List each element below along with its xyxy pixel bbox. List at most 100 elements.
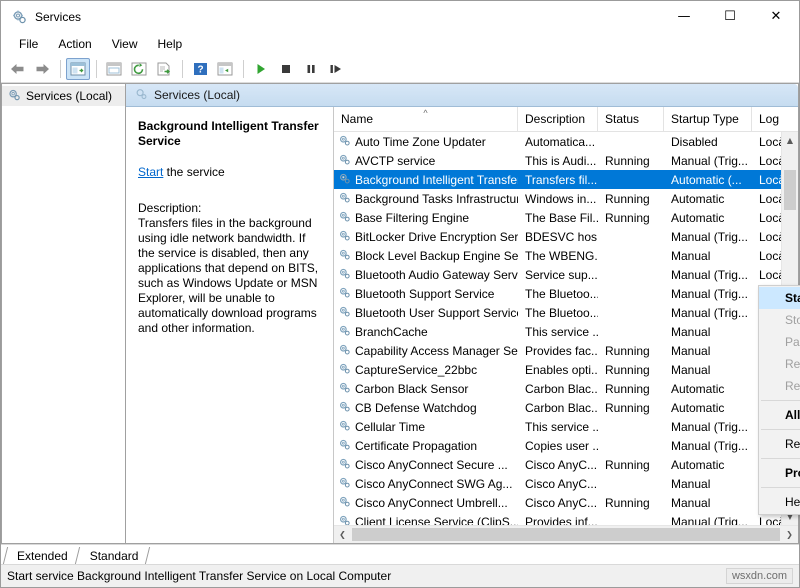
menu-action[interactable]: Action	[48, 34, 101, 54]
scroll-up-icon[interactable]: ▲	[782, 132, 798, 149]
service-status-cell: Running	[605, 210, 650, 225]
ctx-pause-label: Pause	[785, 335, 800, 349]
service-startup-cell: Manual (Trig...	[671, 438, 748, 453]
menu-help[interactable]: Help	[148, 34, 193, 54]
start-service-link[interactable]: Start	[138, 165, 163, 179]
results-pane: Services (Local) Background Intelligent …	[125, 83, 800, 544]
start-service-icon[interactable]	[249, 58, 273, 80]
show-hide-tree-icon[interactable]	[66, 58, 90, 80]
menu-view[interactable]: View	[102, 34, 148, 54]
service-name-cell: Capability Access Manager Ser...	[334, 343, 518, 359]
ctx-refresh[interactable]: Refresh	[759, 433, 800, 455]
service-row[interactable]: Carbon Black Sensor Carbon Blac... Running…	[334, 379, 798, 398]
service-status-cell: Running	[605, 191, 650, 206]
tab-edge-right	[138, 547, 151, 564]
content-area: Services (Local) Services (Local) Backgr…	[1, 83, 800, 544]
service-gear-icon	[338, 229, 351, 245]
service-startup-cell: Manual	[671, 476, 711, 491]
service-row[interactable]: Background Tasks Infrastructure ... Windo…	[334, 189, 798, 208]
service-name-text: CB Defense Watchdog	[355, 400, 477, 415]
service-description-cell: The WBENG...	[525, 248, 598, 263]
service-name-cell: BranchCache	[334, 324, 518, 340]
ctx-properties[interactable]: Properties	[759, 462, 800, 484]
service-row[interactable]: BitLocker Drive Encryption Ser... BDESVC …	[334, 227, 798, 246]
column-name[interactable]: Name ^	[334, 107, 518, 131]
stop-service-icon[interactable]	[274, 58, 298, 80]
service-description-cell: Cisco AnyC...	[525, 457, 598, 472]
scroll-left-icon[interactable]: ❮	[334, 526, 351, 543]
service-row[interactable]: Capability Access Manager Ser... Provides…	[334, 341, 798, 360]
vertical-scroll-thumb[interactable]	[784, 170, 796, 210]
column-status[interactable]: Status	[598, 107, 664, 131]
service-row[interactable]: CaptureService_22bbc Enables opti... Runni…	[334, 360, 798, 379]
help-icon[interactable]: ?	[188, 58, 212, 80]
service-startup-cell: Automatic	[671, 191, 725, 206]
service-row[interactable]: Base Filtering Engine The Base Fil... Runn…	[334, 208, 798, 227]
tree-node-label: Services (Local)	[26, 89, 113, 103]
export-list-icon[interactable]	[152, 58, 176, 80]
maximize-button[interactable]: ☐	[707, 1, 753, 32]
tab-standard[interactable]: Standard	[78, 547, 151, 564]
column-startup-type[interactable]: Startup Type	[664, 107, 752, 131]
selected-service-title: Background Intelligent Transfer Service	[138, 119, 319, 148]
service-row[interactable]: Cisco AnyConnect Umbrell... Cisco AnyC...…	[334, 493, 798, 512]
ctx-restart-label: Restart	[785, 379, 800, 393]
service-action-line: Start the service	[138, 165, 323, 179]
show-console-tree-icon[interactable]	[213, 58, 237, 80]
ctx-start[interactable]: Start	[759, 287, 800, 309]
horizontal-scroll-thumb[interactable]	[352, 528, 780, 541]
forward-icon[interactable]	[30, 58, 54, 80]
restart-service-icon[interactable]	[324, 58, 348, 80]
service-row[interactable]: Background Intelligent Transfer S... Tran…	[334, 170, 798, 189]
service-name-text: Background Intelligent Transfer S...	[355, 172, 518, 187]
ctx-pause: Pause	[759, 331, 800, 353]
service-gear-icon	[338, 400, 351, 416]
tab-extended[interactable]: Extended	[2, 547, 80, 564]
column-description[interactable]: Description	[518, 107, 598, 131]
service-row[interactable]: Block Level Backup Engine Ser... The WBEN…	[334, 246, 798, 265]
service-row[interactable]: CB Defense Watchdog Carbon Blac... Running…	[334, 398, 798, 417]
services-gear-icon	[134, 87, 148, 104]
service-row[interactable]: Cellular Time This service ... Manual (Tri…	[334, 417, 798, 436]
service-row[interactable]: Client License Service (ClipS... Provides…	[334, 512, 798, 525]
pane-split: Background Intelligent Transfer Service …	[126, 107, 800, 543]
ctx-all-tasks[interactable]: All Tasks›	[759, 404, 800, 426]
service-row[interactable]: Bluetooth Support Service The Bluetoo... M…	[334, 284, 798, 303]
minimize-button[interactable]: —	[661, 1, 707, 32]
service-name-cell: Carbon Black Sensor	[334, 381, 518, 397]
menu-file[interactable]: File	[9, 34, 48, 54]
services-gear-icon	[7, 88, 21, 105]
service-description-cell: This is Audi...	[525, 153, 597, 168]
horizontal-scrollbar[interactable]: ❮ ❯	[334, 525, 798, 543]
service-name-text: Cisco AnyConnect Secure ...	[355, 457, 508, 472]
service-status-cell: Running	[605, 343, 650, 358]
service-gear-icon	[338, 495, 351, 511]
services-gear-icon	[11, 9, 27, 25]
pane-header-label: Services (Local)	[154, 88, 241, 102]
close-button[interactable]: ✕	[753, 1, 799, 32]
service-row[interactable]: Cisco AnyConnect SWG Ag... Cisco AnyC... M…	[334, 474, 798, 493]
service-row[interactable]: Bluetooth User Support Service... The Blu…	[334, 303, 798, 322]
service-description-cell: Cisco AnyC...	[525, 495, 598, 510]
service-description-cell: Provides inf...	[525, 514, 598, 526]
pause-service-icon[interactable]	[299, 58, 323, 80]
service-description-cell: The Bluetoo...	[525, 286, 598, 301]
tree-node-services-local[interactable]: Services (Local)	[2, 86, 125, 106]
service-name-text: Base Filtering Engine	[355, 210, 470, 225]
service-row[interactable]: BranchCacheThis service ...ManualNet·	[334, 322, 798, 341]
service-startup-cell: Manual (Trig...	[671, 514, 748, 526]
scroll-right-icon[interactable]: ❯	[781, 526, 798, 543]
service-row[interactable]: Auto Time Zone Updater Automatica... Disab…	[334, 132, 798, 151]
service-row[interactable]: Certificate Propagation Copies user ... Ma…	[334, 436, 798, 455]
refresh-icon[interactable]	[127, 58, 151, 80]
service-gear-icon	[338, 172, 351, 188]
service-row[interactable]: AVCTP service This is Audi... Running Manua…	[334, 151, 798, 170]
service-startup-cell: Manual	[671, 324, 711, 339]
service-row[interactable]: Cisco AnyConnect Secure ... Cisco AnyC...…	[334, 455, 798, 474]
service-gear-icon	[338, 267, 351, 283]
service-row[interactable]: Bluetooth Audio Gateway Service Service s…	[334, 265, 798, 284]
column-log-on-as[interactable]: Log	[752, 107, 788, 131]
properties-icon[interactable]	[102, 58, 126, 80]
ctx-help[interactable]: Help	[759, 491, 800, 513]
back-icon[interactable]	[5, 58, 29, 80]
